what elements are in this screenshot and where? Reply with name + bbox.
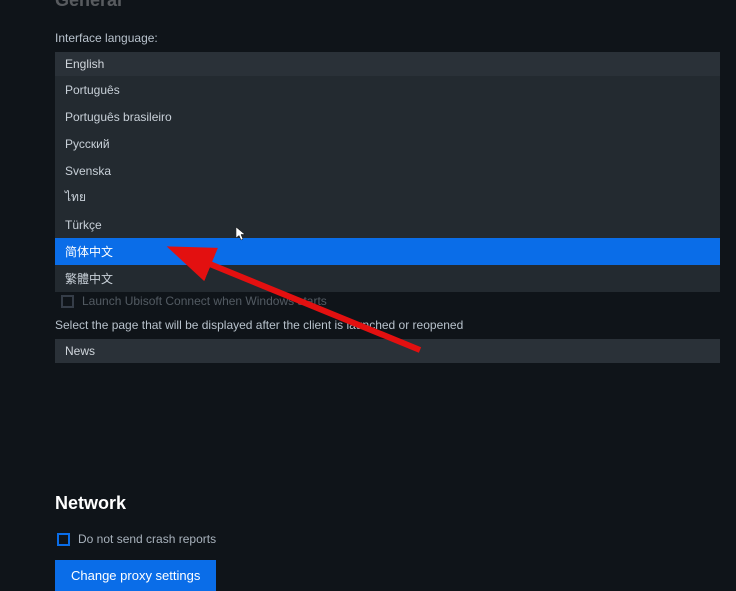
language-option[interactable]: Svenska — [55, 157, 720, 184]
interface-language-dropdown: Português Português brasileiro Русский S… — [55, 76, 720, 292]
general-section-heading-cut: General — [55, 0, 736, 11]
network-section-heading: Network — [55, 493, 736, 514]
crash-reports-row[interactable]: Do not send crash reports — [57, 532, 736, 546]
launch-on-startup-row[interactable]: Launch Ubisoft Connect when Windows star… — [61, 294, 720, 308]
interface-language-label: Interface language: — [55, 31, 736, 45]
startup-page-select[interactable]: News — [55, 339, 720, 363]
startup-page-selected: News — [65, 344, 95, 358]
language-option[interactable]: ไทย — [55, 184, 720, 211]
crash-reports-label: Do not send crash reports — [78, 532, 216, 546]
language-option[interactable]: Русский — [55, 130, 720, 157]
startup-page-label: Select the page that will be displayed a… — [55, 318, 720, 332]
checkbox-icon — [57, 533, 70, 546]
language-option[interactable]: 繁體中文 — [55, 265, 720, 292]
language-option[interactable]: Português — [55, 76, 720, 103]
interface-language-selected: English — [65, 57, 104, 71]
interface-language-select[interactable]: English — [55, 52, 720, 76]
change-proxy-button[interactable]: Change proxy settings — [55, 560, 216, 591]
launch-on-startup-label: Launch Ubisoft Connect when Windows star… — [82, 294, 327, 308]
language-option[interactable]: Português brasileiro — [55, 103, 720, 130]
checkbox-icon — [61, 295, 74, 308]
language-option-highlighted[interactable]: 简体中文 — [55, 238, 720, 265]
language-option[interactable]: Türkçe — [55, 211, 720, 238]
